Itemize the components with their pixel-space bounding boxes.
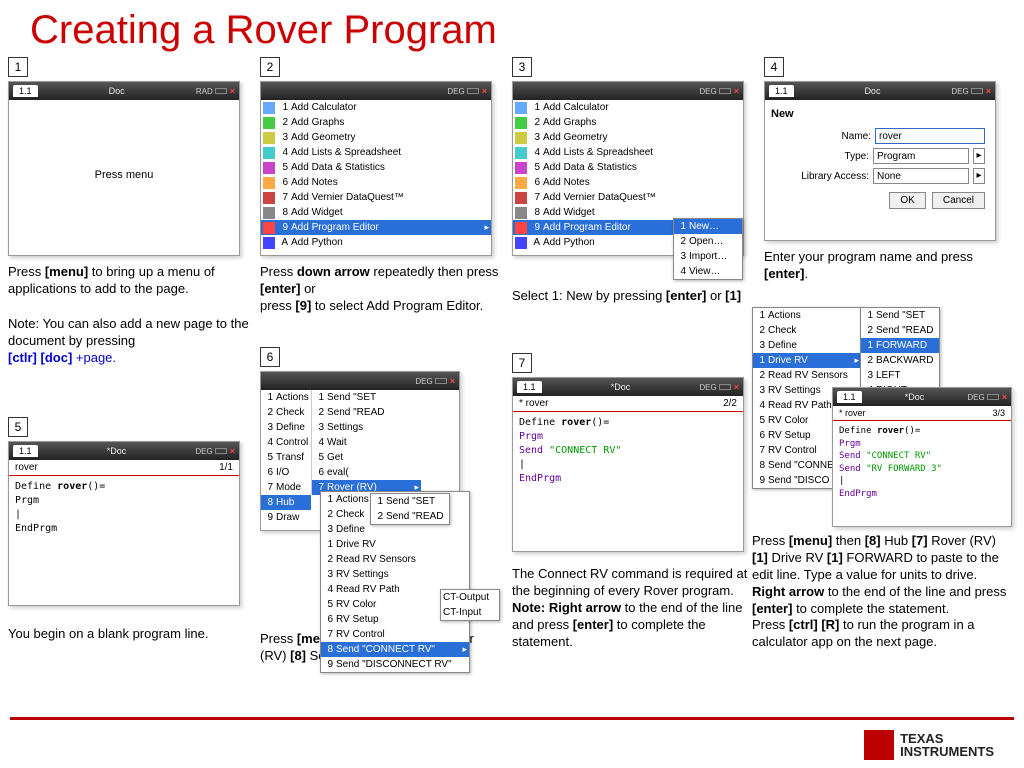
screenshot-7: 1.1*DocDEG× * rover2/2 Define rover()= P… bbox=[512, 377, 744, 552]
battery-icon bbox=[215, 88, 227, 94]
name-label: Name: bbox=[842, 131, 871, 142]
menu-item[interactable]: 3Add Geometry bbox=[261, 130, 491, 145]
caption-7: The Connect RV command is required at th… bbox=[512, 566, 752, 650]
menu-item[interactable]: 1FORWARD bbox=[861, 338, 939, 353]
menu-item[interactable]: 6eval( bbox=[312, 465, 421, 480]
menu-item[interactable]: 7Add Vernier DataQuest™ bbox=[261, 190, 491, 205]
menu-item[interactable]: 1Actions bbox=[753, 308, 861, 323]
submenu-item[interactable]: 1New… bbox=[674, 219, 742, 234]
step-number: 7 bbox=[512, 353, 532, 373]
menu-item[interactable]: 4Control bbox=[261, 435, 311, 450]
ok-button[interactable]: OK bbox=[889, 192, 925, 209]
menu-item[interactable]: 5Transf bbox=[261, 450, 311, 465]
step-number: 5 bbox=[8, 417, 28, 437]
step-number: 3 bbox=[512, 57, 532, 77]
submenu-item[interactable]: 4View… bbox=[674, 264, 742, 279]
screenshot-2: DEG× 1Add Calculator2Add Graphs3Add Geom… bbox=[260, 81, 492, 256]
menu-item[interactable]: 2Send "READ bbox=[861, 323, 939, 338]
screenshot-3: DEG× 1Add Calculator2Add Graphs3Add Geom… bbox=[512, 81, 744, 256]
submenu-item[interactable]: 2Open… bbox=[674, 234, 742, 249]
menu-item[interactable]: 1Drive RV bbox=[321, 537, 469, 552]
step-number: 1 bbox=[8, 57, 28, 77]
menu-item[interactable]: 2Check bbox=[753, 323, 861, 338]
step-number: 2 bbox=[260, 57, 280, 77]
menu-item[interactable]: 2Add Graphs bbox=[261, 115, 491, 130]
note-1: Note: You can also add a new page to the… bbox=[8, 316, 258, 367]
menu-item[interactable]: 3Define bbox=[753, 338, 861, 353]
menu-item[interactable]: 2BACKWARD bbox=[861, 353, 939, 368]
menu-item[interactable]: 2Read RV Sensors bbox=[321, 552, 469, 567]
menu-item[interactable]: 9Draw bbox=[261, 510, 311, 525]
menu-item[interactable]: 9Send "DISCONNECT RV" bbox=[321, 657, 469, 672]
menu-item[interactable]: 3Define bbox=[261, 420, 311, 435]
menu-item[interactable]: 3LEFT bbox=[861, 368, 939, 383]
menu-item[interactable]: 5Add Data & Statistics bbox=[261, 160, 491, 175]
type-select[interactable]: Program bbox=[873, 148, 969, 164]
menu-item[interactable]: 3Add Geometry bbox=[513, 130, 743, 145]
caption-4: Enter your program name and press [enter… bbox=[764, 249, 1004, 283]
menu-item[interactable]: 7Mode bbox=[261, 480, 311, 495]
press-menu-text: Press menu bbox=[9, 100, 239, 250]
menu-item[interactable]: 1Add Calculator bbox=[513, 100, 743, 115]
ti-logo: TEXASINSTRUMENTS bbox=[864, 730, 994, 760]
caption-5: You begin on a blank program line. bbox=[8, 626, 240, 643]
menu-item[interactable]: 7Add Vernier DataQuest™ bbox=[513, 190, 743, 205]
lib-select[interactable]: None bbox=[873, 168, 969, 184]
menu-item[interactable]: 7RV Control bbox=[321, 627, 469, 642]
menu-item[interactable]: 2Read RV Sensors bbox=[753, 368, 861, 383]
type-label: Type: bbox=[845, 151, 869, 162]
menu-item[interactable]: 5Get bbox=[312, 450, 421, 465]
cancel-button[interactable]: Cancel bbox=[932, 192, 985, 209]
screenshot-1: 1.1 Doc RAD × Press menu bbox=[8, 81, 240, 256]
step-number: 6 bbox=[260, 347, 280, 367]
doc-title: Doc bbox=[38, 86, 196, 96]
page-title: Creating a Rover Program bbox=[0, 0, 1024, 57]
doc-tab: 1.1 bbox=[13, 85, 38, 97]
menu-item[interactable]: 6Add Notes bbox=[261, 175, 491, 190]
menu-item[interactable]: 6Add Notes bbox=[513, 175, 743, 190]
menu-item[interactable]: 4Add Lists & Spreadsheet bbox=[261, 145, 491, 160]
caption-1: Press [menu] to bring up a menu of appli… bbox=[8, 264, 248, 298]
menu-item[interactable]: 8Hub bbox=[261, 495, 311, 510]
dialog-title: New bbox=[771, 108, 794, 120]
lib-label: Library Access: bbox=[801, 171, 869, 182]
angle-mode: RAD bbox=[196, 87, 213, 96]
menu-item[interactable]: 2Add Graphs bbox=[513, 115, 743, 130]
screenshot-4: 1.1DocDEG× New Name: Type:Program▸ Libra… bbox=[764, 81, 996, 241]
name-input[interactable] bbox=[875, 128, 985, 144]
menu-item[interactable]: 1Send "SET bbox=[861, 308, 939, 323]
caption-8: Press [menu] then [8] Hub [7] Rover (RV)… bbox=[752, 533, 1010, 651]
screenshot-5: 1.1*DocDEG× rover1/1 Define rover()= Prg… bbox=[8, 441, 240, 606]
menu-item[interactable]: 5Add Data & Statistics bbox=[513, 160, 743, 175]
footer-rule bbox=[10, 717, 1014, 720]
menu-item[interactable]: 6I/O bbox=[261, 465, 311, 480]
menu-item[interactable]: 4Wait bbox=[312, 435, 421, 450]
menu-item[interactable]: 1Actions bbox=[261, 390, 311, 405]
close-icon: × bbox=[230, 86, 235, 96]
menu-item[interactable]: 2Check bbox=[261, 405, 311, 420]
menu-item[interactable]: 1Drive RV▸ bbox=[753, 353, 861, 368]
step-number: 4 bbox=[764, 57, 784, 77]
menu-item[interactable]: 3Settings bbox=[312, 420, 421, 435]
menu-item[interactable]: 8Send "CONNECT RV"▸ bbox=[321, 642, 469, 657]
caption-2: Press down arrow repeatedly then press [… bbox=[260, 264, 500, 315]
menu-item[interactable]: 8Add Widget bbox=[261, 205, 491, 220]
menu-item[interactable]: 2Send "READ bbox=[312, 405, 421, 420]
menu-item[interactable]: AAdd Python bbox=[261, 235, 491, 250]
caption-3: Select 1: New by pressing [enter] or [1] bbox=[512, 288, 744, 305]
menu-item[interactable]: 1Send "SET bbox=[312, 390, 421, 405]
menu-item[interactable]: 9Add Program Editor▸ bbox=[261, 220, 491, 235]
menu-item[interactable]: 3RV Settings bbox=[321, 567, 469, 582]
menu-item[interactable]: 1Add Calculator bbox=[261, 100, 491, 115]
ti-chip-icon bbox=[864, 730, 894, 760]
menu-item[interactable]: 4Add Lists & Spreadsheet bbox=[513, 145, 743, 160]
submenu-item[interactable]: 3Import… bbox=[674, 249, 742, 264]
